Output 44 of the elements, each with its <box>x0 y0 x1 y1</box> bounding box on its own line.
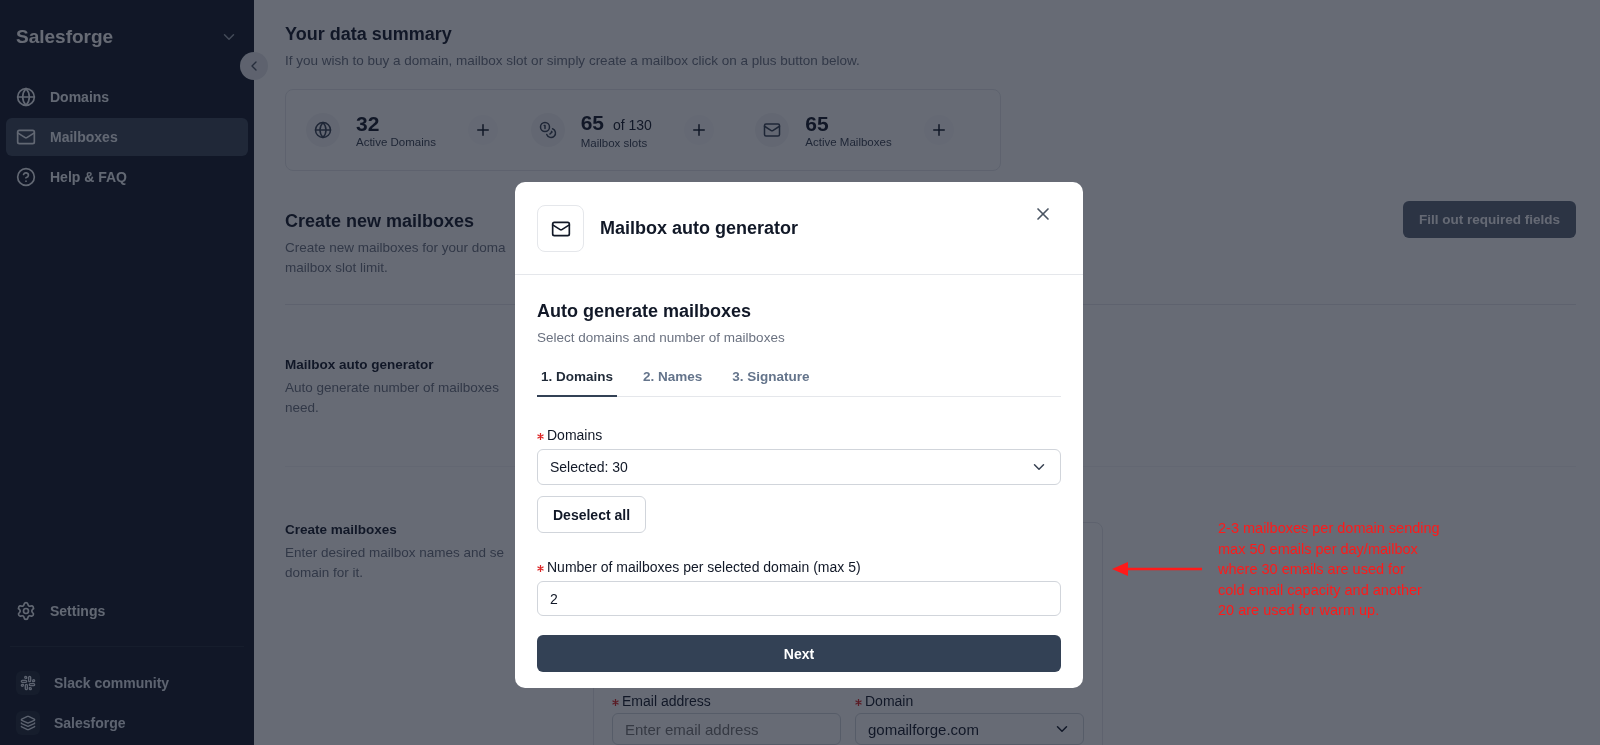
logo-icon <box>20 715 36 731</box>
nav-item[interactable]: Mailboxes <box>6 118 248 156</box>
stat-label: Mailbox slots <box>580 137 649 149</box>
settings-icon <box>16 601 36 621</box>
domain-select[interactable]: gomailforge.com <box>855 713 1084 745</box>
help-icon <box>16 167 36 187</box>
stat-label: Active Domains <box>356 136 436 148</box>
section-title: Your data summary <box>285 24 453 45</box>
modal-subtitle: Select domains and number of mailboxes <box>537 330 786 345</box>
nav-item[interactable]: Domains <box>6 78 248 116</box>
deselect-all-button[interactable]: Deselect all <box>537 496 647 533</box>
nav-item[interactable]: Help & FAQ <box>6 158 248 196</box>
nav-item[interactable]: Settings <box>6 592 248 630</box>
field-label: Domains <box>537 427 1061 443</box>
envelope-icon <box>763 121 782 139</box>
globe-icon <box>16 87 36 107</box>
section-title: Create new mailboxes <box>285 211 476 232</box>
step-tab[interactable]: 1. Domains <box>537 361 618 397</box>
modal-title: Mailbox auto generator <box>600 218 799 239</box>
arrow-icon <box>1112 562 1202 577</box>
stat-value: 65 of 130 <box>580 111 652 136</box>
field-label: Email address <box>612 693 841 709</box>
count-field[interactable]: 2 <box>537 581 1061 616</box>
stat-value: 32 <box>356 112 381 136</box>
stat-label: Active Mailboxes <box>805 136 892 148</box>
step-tab[interactable]: 3. Signature <box>728 361 814 397</box>
annotation-note: 2-3 mailboxes per domain sending max 50 emails per day/mailbox where 30 emails are used for cold email capacity and another 20 are used for warm up. <box>1218 519 1440 620</box>
collapse-button[interactable] <box>240 52 268 80</box>
step-tab[interactable]: 2. Names <box>639 361 707 397</box>
sidebar-link[interactable]: Salesforge <box>6 705 248 741</box>
sidebar-link[interactable]: Slack community <box>6 665 248 701</box>
section-title: Mailbox auto generator <box>285 357 435 372</box>
brand-name: Salesforge <box>16 26 114 48</box>
coins-icon <box>538 121 557 139</box>
next-button[interactable]: Next <box>537 635 1061 672</box>
field-label: Number of mailboxes per selected domain (max 5) <box>537 559 1061 575</box>
modal-heading: Auto generate mailboxes <box>537 301 753 322</box>
field-label: Domain <box>855 693 1084 709</box>
domains-select[interactable]: Selected: 30 <box>537 449 1061 485</box>
slack-icon <box>20 675 36 691</box>
envelope-icon <box>16 127 36 147</box>
stat-value: 65 <box>805 112 830 136</box>
globe-icon <box>314 121 332 139</box>
section-title: Create mailboxes <box>285 522 398 537</box>
